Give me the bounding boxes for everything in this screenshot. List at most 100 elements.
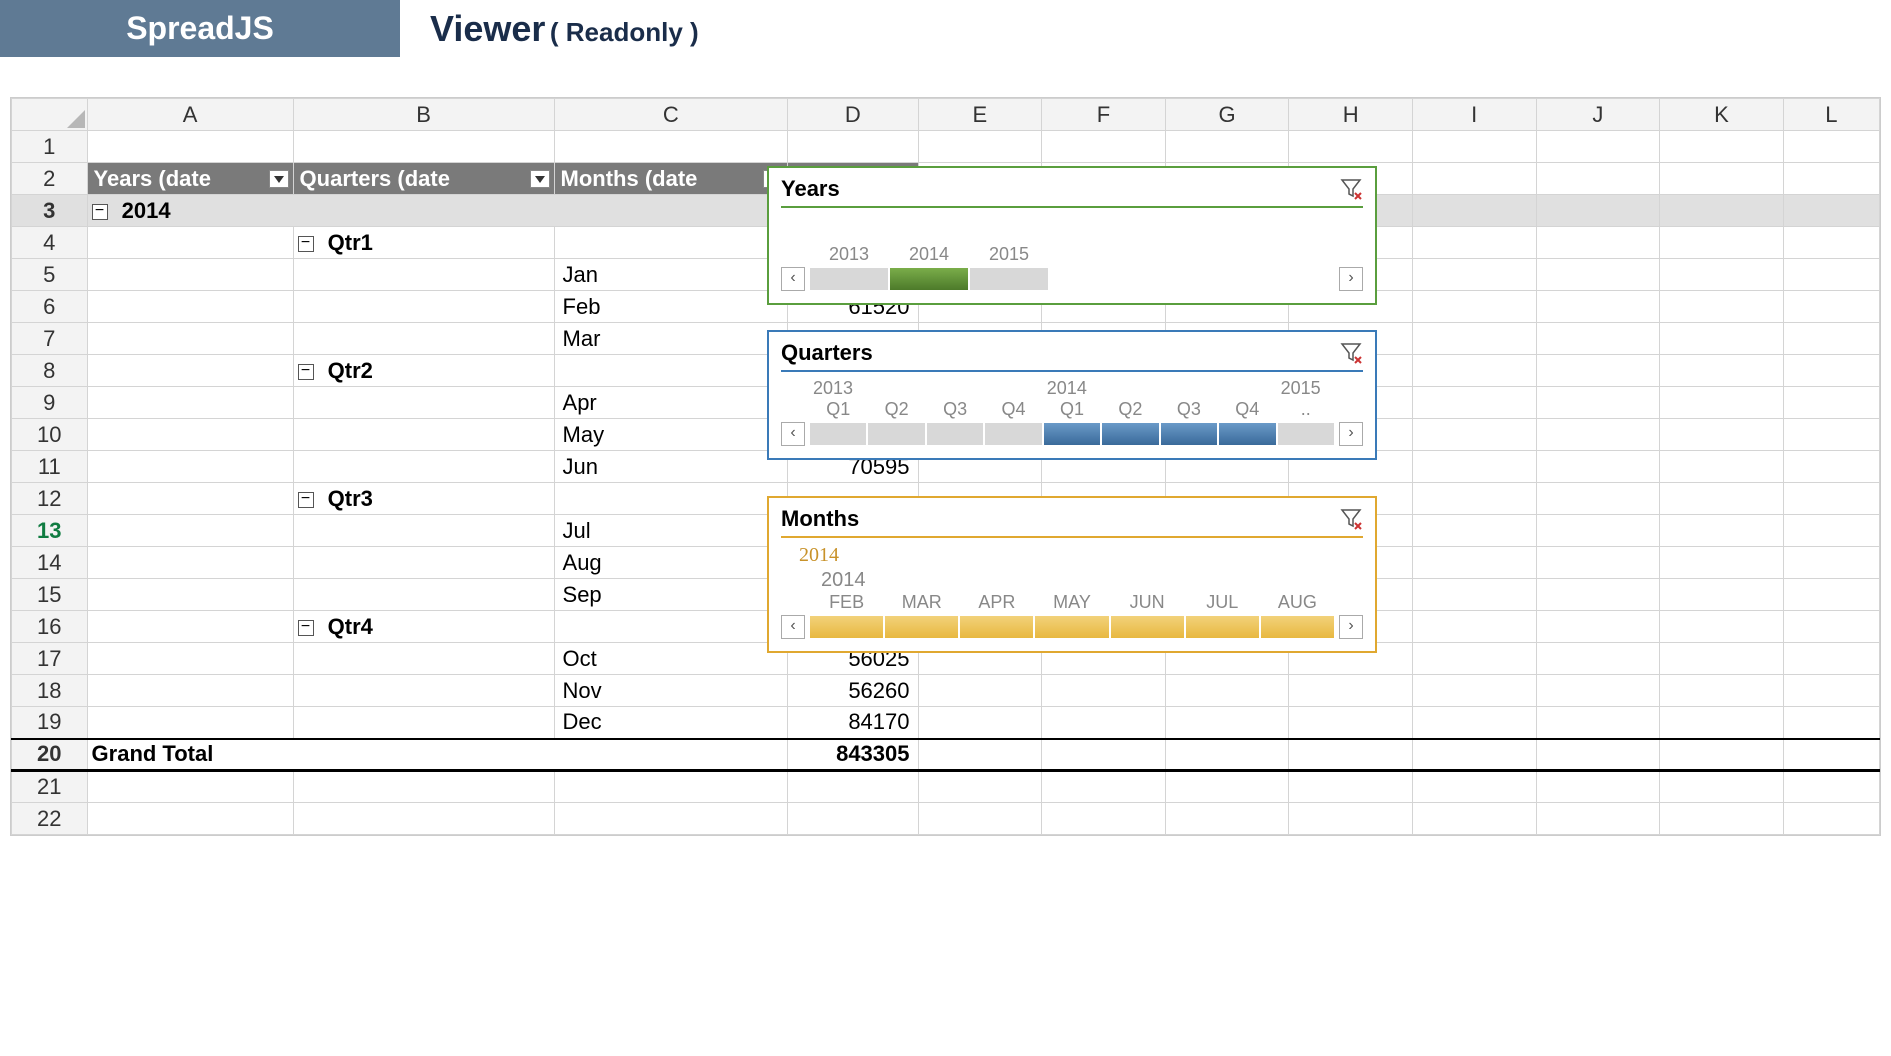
row-header-18[interactable]: 18 — [12, 675, 88, 707]
col-header-B[interactable]: B — [293, 99, 554, 131]
slicer-prev-button[interactable]: ‹ — [781, 615, 805, 639]
cell[interactable] — [1536, 771, 1660, 803]
cell[interactable] — [1412, 131, 1536, 163]
cell[interactable] — [1783, 355, 1879, 387]
collapse-icon[interactable]: − — [298, 364, 314, 380]
cell[interactable] — [554, 803, 788, 835]
cell[interactable] — [918, 675, 1042, 707]
cell[interactable] — [1412, 547, 1536, 579]
slicer-tile[interactable] — [809, 615, 884, 639]
cell[interactable] — [1042, 131, 1166, 163]
cell[interactable] — [1783, 643, 1879, 675]
cell[interactable] — [1165, 771, 1289, 803]
cell[interactable] — [1536, 291, 1660, 323]
cell[interactable] — [1660, 227, 1784, 259]
cell[interactable] — [1783, 195, 1879, 227]
pivot-header[interactable]: Quarters (date — [293, 163, 554, 195]
row-header-2[interactable]: 2 — [12, 163, 88, 195]
cell[interactable] — [554, 771, 788, 803]
cell[interactable] — [293, 771, 554, 803]
cell[interactable] — [1412, 611, 1536, 643]
cell[interactable] — [1783, 131, 1879, 163]
cell[interactable] — [87, 803, 293, 835]
cell[interactable] — [1660, 323, 1784, 355]
cell[interactable] — [1042, 803, 1166, 835]
row-header-6[interactable]: 6 — [12, 291, 88, 323]
cell[interactable] — [1660, 643, 1784, 675]
row-header-14[interactable]: 14 — [12, 547, 88, 579]
cell[interactable] — [1536, 547, 1660, 579]
cell[interactable] — [1536, 803, 1660, 835]
cell[interactable] — [1660, 515, 1784, 547]
slicer-tile[interactable] — [984, 422, 1042, 446]
grand-total-label[interactable]: Grand Total — [87, 739, 787, 771]
collapse-icon[interactable]: − — [298, 236, 314, 252]
cell[interactable] — [1165, 739, 1289, 771]
col-header-K[interactable]: K — [1660, 99, 1784, 131]
cell[interactable] — [1165, 803, 1289, 835]
cell[interactable] — [1536, 611, 1660, 643]
cell[interactable] — [1536, 131, 1660, 163]
slicer-next-button[interactable]: › — [1339, 615, 1363, 639]
slicer-tile[interactable] — [959, 615, 1034, 639]
cell[interactable] — [1412, 387, 1536, 419]
cell[interactable] — [1289, 803, 1413, 835]
cell[interactable] — [1536, 739, 1660, 771]
cell[interactable] — [1412, 259, 1536, 291]
cell[interactable] — [918, 771, 1042, 803]
cell[interactable] — [1536, 643, 1660, 675]
slicer-tile[interactable] — [889, 267, 969, 291]
cell[interactable] — [1660, 611, 1784, 643]
row-header-3[interactable]: 3 — [12, 195, 88, 227]
cell[interactable] — [1289, 707, 1413, 739]
cell[interactable] — [918, 803, 1042, 835]
pivot-header[interactable]: Years (date — [87, 163, 293, 195]
pivot-month[interactable]: Apr — [554, 387, 788, 419]
cell[interactable] — [788, 771, 918, 803]
cell[interactable] — [1289, 675, 1413, 707]
cell[interactable] — [1412, 707, 1536, 739]
collapse-icon[interactable]: − — [298, 492, 314, 508]
filter-dropdown-icon[interactable] — [530, 170, 550, 188]
slicer-tile[interactable] — [884, 615, 959, 639]
cell[interactable] — [1412, 771, 1536, 803]
cell[interactable] — [1042, 771, 1166, 803]
row-header-1[interactable]: 1 — [12, 131, 88, 163]
cell[interactable] — [1165, 131, 1289, 163]
cell[interactable] — [554, 131, 788, 163]
col-header-L[interactable]: L — [1783, 99, 1879, 131]
row-header-8[interactable]: 8 — [12, 355, 88, 387]
row-header-19[interactable]: 19 — [12, 707, 88, 739]
cell[interactable] — [1660, 387, 1784, 419]
pivot-month[interactable]: Jun — [554, 451, 788, 483]
cell[interactable] — [1783, 323, 1879, 355]
pivot-month[interactable]: Sep — [554, 579, 788, 611]
col-header-F[interactable]: F — [1042, 99, 1166, 131]
cell[interactable] — [1165, 675, 1289, 707]
row-header-4[interactable]: 4 — [12, 227, 88, 259]
cell[interactable] — [1660, 771, 1784, 803]
pivot-month[interactable]: Jan — [554, 259, 788, 291]
slicer-tile[interactable] — [1160, 422, 1218, 446]
slicer-tile[interactable] — [809, 267, 889, 291]
row-header-5[interactable]: 5 — [12, 259, 88, 291]
cell[interactable] — [918, 707, 1042, 739]
pivot-quarter[interactable]: − Qtr1 — [293, 227, 554, 259]
col-header-D[interactable]: D — [788, 99, 918, 131]
cell[interactable] — [1412, 323, 1536, 355]
pivot-year[interactable]: − 2014 — [87, 195, 787, 227]
row-header-9[interactable]: 9 — [12, 387, 88, 419]
cell[interactable] — [1536, 707, 1660, 739]
cell[interactable] — [1660, 355, 1784, 387]
pivot-month[interactable]: Aug — [554, 547, 788, 579]
cell[interactable] — [1660, 131, 1784, 163]
cell[interactable] — [1536, 387, 1660, 419]
slicer-prev-button[interactable]: ‹ — [781, 267, 805, 291]
cell[interactable] — [1783, 739, 1879, 771]
cell[interactable] — [1536, 355, 1660, 387]
cell[interactable] — [1412, 355, 1536, 387]
slicer-next-button[interactable]: › — [1339, 267, 1363, 291]
slicer-tile[interactable] — [1218, 422, 1276, 446]
slicer-tile[interactable] — [809, 422, 867, 446]
filter-dropdown-icon[interactable] — [269, 170, 289, 188]
